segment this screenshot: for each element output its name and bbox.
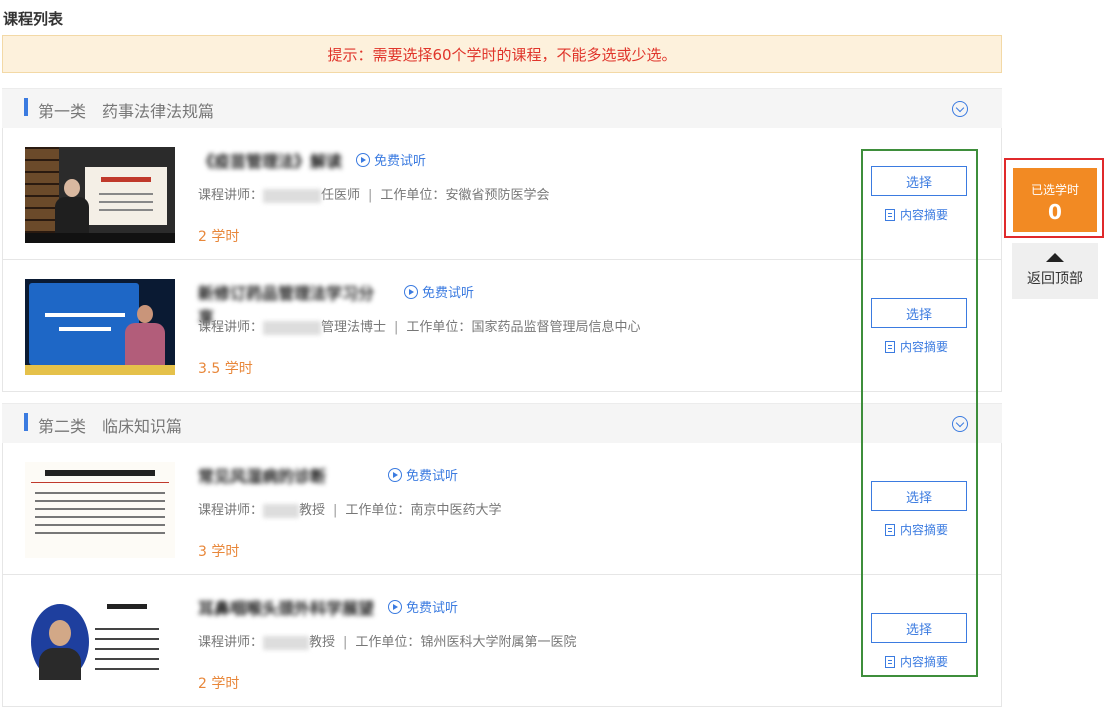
course-hours: 3 学时 bbox=[198, 544, 240, 560]
course-hours: 3.5 学时 bbox=[198, 361, 253, 377]
course-item: 耳鼻咽喉头颈外科学展望 免费试听 课程讲师： 教授 | 工作单位：锦州医科大学附属第一… bbox=[2, 575, 1002, 707]
chevron-down-icon[interactable] bbox=[952, 101, 968, 117]
free-preview-link[interactable]: 免费试听 bbox=[356, 150, 426, 169]
summary-label: 内容摘要 bbox=[900, 523, 949, 537]
summary-link[interactable]: 内容摘要 bbox=[885, 206, 948, 223]
document-icon bbox=[885, 340, 895, 353]
teacher-name-redacted bbox=[263, 635, 310, 650]
course-title[interactable]: 耳鼻咽喉头颈外科学展望 bbox=[198, 595, 376, 619]
back-to-top-label: 返回顶部 bbox=[1027, 271, 1083, 287]
summary-link[interactable]: 内容摘要 bbox=[885, 521, 948, 538]
document-icon bbox=[885, 655, 895, 668]
teacher-name-redacted bbox=[263, 188, 322, 203]
summary-label: 内容摘要 bbox=[900, 208, 949, 222]
teacher-name-redacted bbox=[263, 320, 322, 335]
course-thumbnail[interactable] bbox=[25, 462, 175, 558]
unit-name: 锦州医科大学附属第一医院 bbox=[420, 635, 577, 650]
category-header-1[interactable]: 第一类 药事法律法规篇 bbox=[2, 88, 1002, 128]
course-thumbnail[interactable] bbox=[25, 147, 175, 243]
course-hours: 2 学时 bbox=[198, 229, 240, 245]
free-preview-label: 免费试听 bbox=[374, 154, 427, 169]
category-header-2[interactable]: 第二类 临床知识篇 bbox=[2, 403, 1002, 443]
summary-label: 内容摘要 bbox=[900, 340, 949, 354]
course-thumbnail[interactable] bbox=[25, 594, 175, 690]
unit-label: 工作单位： bbox=[380, 188, 446, 203]
teacher-title: 教授 bbox=[309, 635, 336, 650]
category-title: 第一类 药事法律法规篇 bbox=[38, 102, 215, 121]
selected-hours-count: 0 bbox=[1048, 200, 1062, 224]
summary-link[interactable]: 内容摘要 bbox=[885, 653, 948, 670]
course-hours: 2 学时 bbox=[198, 676, 240, 692]
back-to-top-button[interactable]: 返回顶部 bbox=[1012, 243, 1098, 299]
play-icon bbox=[388, 599, 402, 614]
category-marker bbox=[24, 413, 28, 431]
category-marker bbox=[24, 98, 28, 116]
document-icon bbox=[885, 523, 895, 536]
unit-name: 安徽省预防医学会 bbox=[445, 188, 550, 203]
category-title: 第二类 临床知识篇 bbox=[38, 417, 183, 436]
selected-hours-label: 已选学时 bbox=[1030, 183, 1079, 197]
teacher-label: 课程讲师： bbox=[198, 320, 264, 335]
select-button[interactable]: 选择 bbox=[871, 298, 967, 328]
free-preview-label: 免费试听 bbox=[406, 601, 459, 616]
arrow-up-icon bbox=[1046, 253, 1064, 262]
selected-hours-box[interactable]: 已选学时 0 bbox=[1013, 168, 1097, 232]
course-title[interactable]: 《疫苗管理法》解读 bbox=[198, 148, 343, 172]
free-preview-link[interactable]: 免费试听 bbox=[404, 282, 474, 301]
play-icon bbox=[388, 467, 402, 482]
free-preview-label: 免费试听 bbox=[422, 286, 475, 301]
course-item: 《疫苗管理法》解读 免费试听 课程讲师： 任医师 | 工作单位：安徽省预防医学会 2 … bbox=[2, 128, 1002, 260]
unit-label: 工作单位： bbox=[406, 320, 472, 335]
unit-label: 工作单位： bbox=[345, 503, 411, 518]
document-icon bbox=[885, 208, 895, 221]
play-icon bbox=[404, 284, 418, 299]
course-meta: 课程讲师： 任医师 | 工作单位：安徽省预防医学会 bbox=[198, 188, 550, 203]
select-button[interactable]: 选择 bbox=[871, 613, 967, 643]
selected-hours-highlight: 已选学时 0 bbox=[1004, 158, 1104, 238]
teacher-name-redacted bbox=[263, 503, 300, 518]
course-item: 新修订药品管理法学习分享 免费试听 课程讲师： 管理法博士 | 工作单位：国家药品监督… bbox=[2, 260, 1002, 392]
teacher-title: 管理法博士 bbox=[321, 320, 387, 335]
course-meta: 课程讲师： 教授 | 工作单位：锦州医科大学附属第一医院 bbox=[198, 635, 577, 650]
course-meta: 课程讲师： 管理法博士 | 工作单位：国家药品监督管理局信息中心 bbox=[198, 320, 641, 335]
unit-name: 国家药品监督管理局信息中心 bbox=[471, 320, 641, 335]
course-thumbnail[interactable] bbox=[25, 279, 175, 375]
teacher-label: 课程讲师： bbox=[198, 503, 264, 518]
play-icon bbox=[356, 152, 370, 167]
summary-link[interactable]: 内容摘要 bbox=[885, 338, 948, 355]
chevron-down-icon[interactable] bbox=[952, 416, 968, 432]
select-button[interactable]: 选择 bbox=[871, 166, 967, 196]
teacher-title: 任医师 bbox=[321, 188, 361, 203]
course-title[interactable]: 常见风湿病的诊断 bbox=[198, 463, 378, 487]
select-button[interactable]: 选择 bbox=[871, 481, 967, 511]
unit-label: 工作单位： bbox=[355, 635, 421, 650]
notice-text: 提示：需要选择60个学时的课程，不能多选或少选。 bbox=[327, 45, 677, 64]
teacher-label: 课程讲师： bbox=[198, 635, 264, 650]
free-preview-label: 免费试听 bbox=[406, 469, 459, 484]
summary-label: 内容摘要 bbox=[900, 655, 949, 669]
teacher-title: 教授 bbox=[299, 503, 326, 518]
free-preview-link[interactable]: 免费试听 bbox=[388, 597, 458, 616]
course-meta: 课程讲师： 教授 | 工作单位：南京中医药大学 bbox=[198, 503, 502, 518]
free-preview-link[interactable]: 免费试听 bbox=[388, 465, 458, 484]
page-title: 课程列表 bbox=[3, 10, 64, 28]
unit-name: 南京中医药大学 bbox=[410, 503, 502, 518]
notice-banner: 提示：需要选择60个学时的课程，不能多选或少选。 bbox=[2, 35, 1002, 73]
teacher-label: 课程讲师： bbox=[198, 188, 264, 203]
course-item: 常见风湿病的诊断 免费试听 课程讲师： 教授 | 工作单位：南京中医药大学 3 学时 … bbox=[2, 443, 1002, 575]
